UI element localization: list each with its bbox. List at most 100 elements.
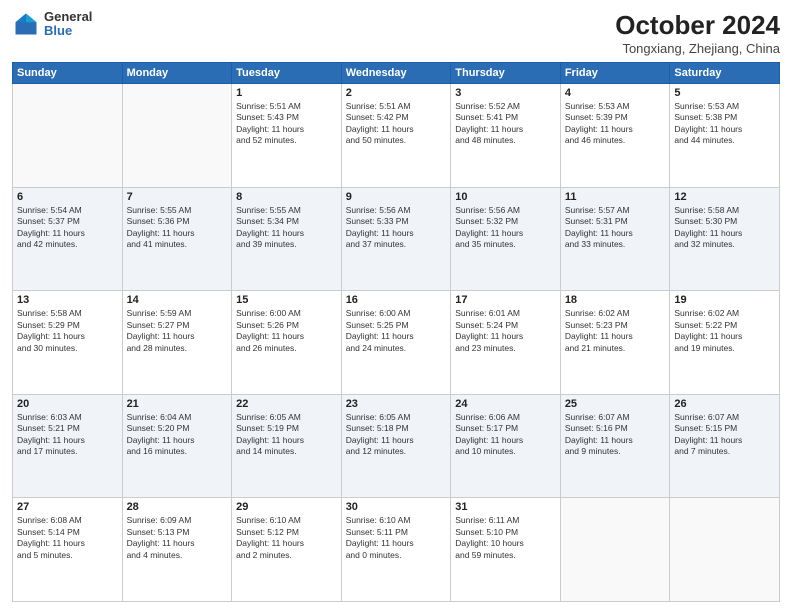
cell-info: Sunrise: 6:00 AM Sunset: 5:25 PM Dayligh…: [346, 308, 447, 354]
calendar-cell: 17 Sunrise: 6:01 AM Sunset: 5:24 PM Dayli…: [451, 291, 561, 395]
weekday-header-thursday: Thursday: [451, 63, 561, 84]
day-number: 7: [127, 191, 228, 203]
cell-info: Sunrise: 5:52 AM Sunset: 5:41 PM Dayligh…: [455, 101, 556, 147]
calendar-cell: 12 Sunrise: 5:58 AM Sunset: 5:30 PM Dayli…: [670, 187, 780, 291]
cell-info: Sunrise: 6:08 AM Sunset: 5:14 PM Dayligh…: [17, 515, 118, 561]
month-title: October 2024: [615, 10, 780, 41]
cell-info: Sunrise: 6:10 AM Sunset: 5:12 PM Dayligh…: [236, 515, 337, 561]
calendar-week-row: 13 Sunrise: 5:58 AM Sunset: 5:29 PM Dayli…: [13, 291, 780, 395]
calendar-cell: 6 Sunrise: 5:54 AM Sunset: 5:37 PM Daylig…: [13, 187, 123, 291]
day-number: 4: [565, 87, 666, 99]
cell-info: Sunrise: 5:53 AM Sunset: 5:38 PM Dayligh…: [674, 101, 775, 147]
calendar-cell: 20Sunrise: 6:03 AM Sunset: 5:21 PM Dayli…: [13, 394, 123, 498]
day-number: 15: [236, 294, 337, 306]
logo: General Blue: [12, 10, 92, 39]
calendar-cell: [670, 498, 780, 602]
title-block: October 2024 Tongxiang, Zhejiang, China: [615, 10, 780, 56]
calendar-cell: 11 Sunrise: 5:57 AM Sunset: 5:31 PM Dayli…: [560, 187, 670, 291]
calendar-cell: 10Sunrise: 5:56 AM Sunset: 5:32 PM Dayli…: [451, 187, 561, 291]
calendar-cell: 29 Sunrise: 6:10 AM Sunset: 5:12 PM Dayli…: [232, 498, 342, 602]
day-number: 24: [455, 398, 556, 410]
day-number: 3: [455, 87, 556, 99]
day-number: 17: [455, 294, 556, 306]
cell-info: Sunrise: 6:06 AM Sunset: 5:17 PM Dayligh…: [455, 412, 556, 458]
cell-info: Sunrise: 6:11 AM Sunset: 5:10 PM Dayligh…: [455, 515, 556, 561]
calendar-cell: 3 Sunrise: 5:52 AM Sunset: 5:41 PM Daylig…: [451, 84, 561, 188]
cell-info: Sunrise: 5:54 AM Sunset: 5:37 PM Dayligh…: [17, 205, 118, 251]
day-number: 19: [674, 294, 775, 306]
calendar-cell: 7 Sunrise: 5:55 AM Sunset: 5:36 PM Daylig…: [122, 187, 232, 291]
calendar-cell: 24 Sunrise: 6:06 AM Sunset: 5:17 PM Dayli…: [451, 394, 561, 498]
day-number: 25: [565, 398, 666, 410]
header: General Blue October 2024 Tongxiang, Zhe…: [12, 10, 780, 56]
calendar-cell: 23 Sunrise: 6:05 AM Sunset: 5:18 PM Dayli…: [341, 394, 451, 498]
day-number: 9: [346, 191, 447, 203]
calendar-cell: 19 Sunrise: 6:02 AM Sunset: 5:22 PM Dayli…: [670, 291, 780, 395]
day-number: 16: [346, 294, 447, 306]
weekday-header-saturday: Saturday: [670, 63, 780, 84]
day-number: 13: [17, 294, 118, 306]
calendar-cell: 13 Sunrise: 5:58 AM Sunset: 5:29 PM Dayli…: [13, 291, 123, 395]
logo-icon: [12, 10, 40, 38]
cell-info: Sunrise: 6:10 AM Sunset: 5:11 PM Dayligh…: [346, 515, 447, 561]
calendar-week-row: 20Sunrise: 6:03 AM Sunset: 5:21 PM Dayli…: [13, 394, 780, 498]
day-number: 2: [346, 87, 447, 99]
weekday-header-tuesday: Tuesday: [232, 63, 342, 84]
cell-info: Sunrise: 6:05 AM Sunset: 5:18 PM Dayligh…: [346, 412, 447, 458]
cell-info: Sunrise: 5:57 AM Sunset: 5:31 PM Dayligh…: [565, 205, 666, 251]
day-number: 1: [236, 87, 337, 99]
weekday-header-monday: Monday: [122, 63, 232, 84]
day-number: 11: [565, 191, 666, 203]
calendar-cell: 5Sunrise: 5:53 AM Sunset: 5:38 PM Daylig…: [670, 84, 780, 188]
day-number: 22: [236, 398, 337, 410]
calendar-cell: 22 Sunrise: 6:05 AM Sunset: 5:19 PM Dayli…: [232, 394, 342, 498]
cell-info: Sunrise: 5:51 AM Sunset: 5:43 PM Dayligh…: [236, 101, 337, 147]
cell-info: Sunrise: 5:56 AM Sunset: 5:33 PM Dayligh…: [346, 205, 447, 251]
cell-info: Sunrise: 6:04 AM Sunset: 5:20 PM Dayligh…: [127, 412, 228, 458]
cell-info: Sunrise: 6:05 AM Sunset: 5:19 PM Dayligh…: [236, 412, 337, 458]
calendar-cell: 14Sunrise: 5:59 AM Sunset: 5:27 PM Dayli…: [122, 291, 232, 395]
calendar-cell: 4 Sunrise: 5:53 AM Sunset: 5:39 PM Daylig…: [560, 84, 670, 188]
day-number: 10: [455, 191, 556, 203]
cell-info: Sunrise: 5:53 AM Sunset: 5:39 PM Dayligh…: [565, 101, 666, 147]
cell-info: Sunrise: 6:00 AM Sunset: 5:26 PM Dayligh…: [236, 308, 337, 354]
calendar-cell: 30 Sunrise: 6:10 AM Sunset: 5:11 PM Dayli…: [341, 498, 451, 602]
weekday-header-wednesday: Wednesday: [341, 63, 451, 84]
location: Tongxiang, Zhejiang, China: [615, 41, 780, 56]
cell-info: Sunrise: 6:02 AM Sunset: 5:23 PM Dayligh…: [565, 308, 666, 354]
day-number: 26: [674, 398, 775, 410]
day-number: 31: [455, 501, 556, 513]
weekday-header-row: SundayMondayTuesdayWednesdayThursdayFrid…: [13, 63, 780, 84]
day-number: 30: [346, 501, 447, 513]
day-number: 28: [127, 501, 228, 513]
calendar-cell: 9 Sunrise: 5:56 AM Sunset: 5:33 PM Daylig…: [341, 187, 451, 291]
weekday-header-friday: Friday: [560, 63, 670, 84]
calendar-cell: 16 Sunrise: 6:00 AM Sunset: 5:25 PM Dayli…: [341, 291, 451, 395]
cell-info: Sunrise: 5:58 AM Sunset: 5:29 PM Dayligh…: [17, 308, 118, 354]
cell-info: Sunrise: 6:01 AM Sunset: 5:24 PM Dayligh…: [455, 308, 556, 354]
cell-info: Sunrise: 6:09 AM Sunset: 5:13 PM Dayligh…: [127, 515, 228, 561]
day-number: 12: [674, 191, 775, 203]
day-number: 6: [17, 191, 118, 203]
day-number: 18: [565, 294, 666, 306]
calendar: SundayMondayTuesdayWednesdayThursdayFrid…: [12, 62, 780, 602]
day-number: 29: [236, 501, 337, 513]
calendar-cell: 25 Sunrise: 6:07 AM Sunset: 5:16 PM Dayli…: [560, 394, 670, 498]
calendar-week-row: 1 Sunrise: 5:51 AM Sunset: 5:43 PM Daylig…: [13, 84, 780, 188]
calendar-week-row: 6 Sunrise: 5:54 AM Sunset: 5:37 PM Daylig…: [13, 187, 780, 291]
logo-general: General: [44, 10, 92, 24]
calendar-cell: [13, 84, 123, 188]
cell-info: Sunrise: 5:59 AM Sunset: 5:27 PM Dayligh…: [127, 308, 228, 354]
calendar-cell: 1 Sunrise: 5:51 AM Sunset: 5:43 PM Daylig…: [232, 84, 342, 188]
day-number: 27: [17, 501, 118, 513]
calendar-cell: 31 Sunrise: 6:11 AM Sunset: 5:10 PM Dayli…: [451, 498, 561, 602]
day-number: 20: [17, 398, 118, 410]
weekday-header-sunday: Sunday: [13, 63, 123, 84]
cell-info: Sunrise: 6:07 AM Sunset: 5:16 PM Dayligh…: [565, 412, 666, 458]
cell-info: Sunrise: 5:58 AM Sunset: 5:30 PM Dayligh…: [674, 205, 775, 251]
cell-info: Sunrise: 5:55 AM Sunset: 5:36 PM Dayligh…: [127, 205, 228, 251]
calendar-cell: 26Sunrise: 6:07 AM Sunset: 5:15 PM Dayli…: [670, 394, 780, 498]
cell-info: Sunrise: 6:02 AM Sunset: 5:22 PM Dayligh…: [674, 308, 775, 354]
calendar-cell: 27 Sunrise: 6:08 AM Sunset: 5:14 PM Dayli…: [13, 498, 123, 602]
day-number: 23: [346, 398, 447, 410]
